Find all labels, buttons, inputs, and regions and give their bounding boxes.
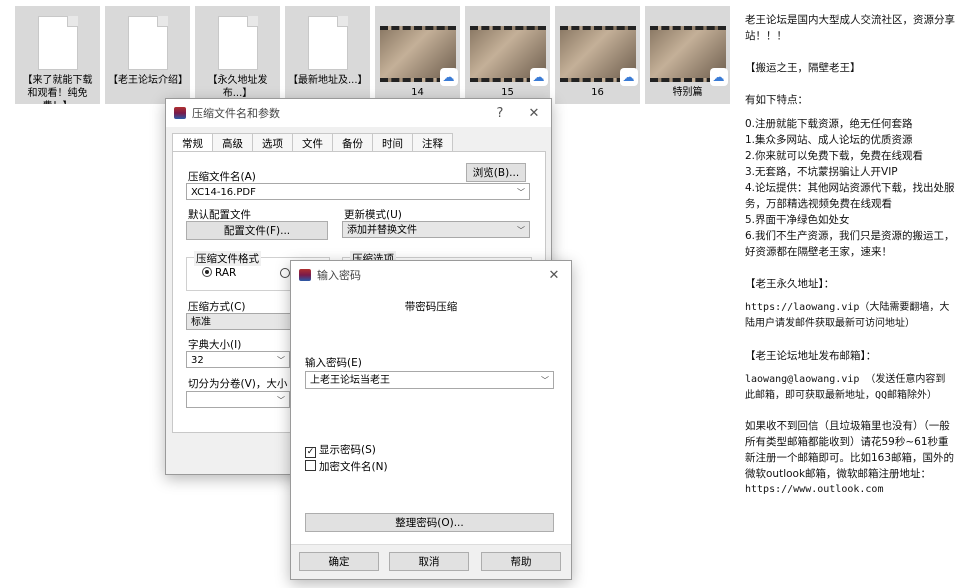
- tab-files[interactable]: 文件: [292, 133, 333, 153]
- feature-item: 4.论坛提供：其他网站资源代下载，找出处服务，万部精选视频免费在线观看: [745, 182, 955, 210]
- help-button[interactable]: ?: [483, 106, 517, 121]
- filename-label: 压缩文件名(A): [188, 171, 256, 183]
- password-dialog-title: 输入密码: [317, 269, 361, 282]
- features-title: 有如下特点：: [745, 94, 808, 106]
- file-label: 【永久地址发布...】: [207, 75, 268, 99]
- feature-item: 2.你来就可以免费下载，免费在线观看: [745, 150, 924, 162]
- file-item-doc[interactable]: 【来了就能下载和观看！纯免费！】: [15, 6, 100, 104]
- format-group-title: 压缩文件格式: [194, 251, 261, 266]
- file-strip: 【来了就能下载和观看！纯免费！】 【老王论坛介绍】 【永久地址发布...】 【最…: [15, 6, 735, 104]
- close-button[interactable]: ✕: [537, 268, 571, 283]
- tab-options[interactable]: 选项: [252, 133, 293, 153]
- checkbox-unchecked-icon: [305, 460, 316, 471]
- file-item-doc[interactable]: 【永久地址发布...】: [195, 6, 280, 104]
- update-mode-select[interactable]: 添加并替换文件: [342, 221, 530, 239]
- profile-button[interactable]: 配置文件(F)...: [186, 221, 328, 240]
- feature-item: 5.界面干净绿色如处女: [745, 214, 850, 226]
- cloud-sync-icon: ☁: [529, 68, 548, 86]
- features-list: 0.注册就能下载资源，绝无任何套路 1.集众多网站、成人论坛的优质资源 2.你来…: [745, 116, 955, 260]
- password-dialog-body: 带密码压缩 输入密码(E) 上老王论坛当老王 ✓显示密码(S) 加密文件名(N)…: [291, 289, 571, 579]
- tab-advanced[interactable]: 高级: [212, 133, 253, 153]
- article-panel: 老王论坛是国内大型成人交流社区，资源分享站！！！ 【搬运之王，隔壁老王】 有如下…: [745, 12, 955, 506]
- article-slogan: 【搬运之王，隔壁老王】: [745, 62, 861, 74]
- cloud-sync-icon: ☁: [439, 68, 458, 86]
- file-label: 【老王论坛介绍】: [108, 75, 188, 86]
- feature-item: 6.我们不生产资源，我们只是资源的搬运工，好资源都在隔壁老王家，速来！: [745, 230, 955, 258]
- browse-button[interactable]: 浏览(B)...: [466, 163, 526, 182]
- format-radio-unselected[interactable]: [280, 268, 290, 278]
- password-label: 输入密码(E): [305, 357, 362, 369]
- note-text: 如果收不到回信（且垃圾箱里也没有）（一般所有类型邮箱都能收到）请花59秒~61秒…: [745, 420, 955, 480]
- document-icon: [37, 16, 78, 70]
- cloud-sync-icon: ☁: [709, 68, 728, 86]
- format-rar-label: RAR: [215, 267, 237, 279]
- feature-item: 0.注册就能下载资源，绝无任何套路: [745, 118, 913, 130]
- video-thumbnail: ☁: [649, 26, 728, 86]
- show-password-label: 显示密码(S): [319, 444, 376, 456]
- method-label: 压缩方式(C): [188, 301, 246, 313]
- archive-dialog-titlebar[interactable]: 压缩文件名和参数 ? ✕: [166, 99, 551, 127]
- ok-button[interactable]: 确定: [299, 552, 379, 571]
- password-input[interactable]: 上老王论坛当老王: [305, 371, 554, 389]
- tab-bar: 常规 高级 选项 文件 备份 时间 注释: [172, 133, 453, 153]
- file-item-doc[interactable]: 【老王论坛介绍】: [105, 6, 190, 104]
- mail-text: laowang@laowang.vip （发送任意内容到此邮箱，即可获取最新地址…: [745, 374, 946, 401]
- encrypt-names-checkbox[interactable]: 加密文件名(N): [305, 459, 388, 474]
- file-label: 【来了就能下载和观看！纯免费！】: [22, 75, 93, 104]
- video-thumbnail: ☁: [469, 26, 548, 86]
- file-item-video[interactable]: ☁ 15: [465, 6, 550, 104]
- file-item-video[interactable]: ☁ 特别篇: [645, 6, 730, 104]
- cancel-button[interactable]: 取消: [389, 552, 469, 571]
- split-select[interactable]: [186, 391, 290, 409]
- tab-time[interactable]: 时间: [372, 133, 413, 153]
- feature-item: 3.无套路，不坑蒙拐骗让人开VIP: [745, 166, 898, 178]
- update-mode-label: 更新模式(U): [344, 209, 402, 221]
- password-dialog-titlebar[interactable]: 输入密码 ✕: [291, 261, 571, 289]
- outlook-link[interactable]: https://www.outlook.com: [745, 482, 955, 498]
- profile-label: 默认配置文件: [188, 209, 251, 221]
- video-thumbnail: ☁: [379, 26, 458, 86]
- file-item-video[interactable]: ☁ 16: [555, 6, 640, 104]
- dict-label: 字典大小(I): [188, 339, 242, 351]
- tab-backup[interactable]: 备份: [332, 133, 373, 153]
- close-button[interactable]: ✕: [517, 106, 551, 121]
- feature-item: 1.集众多网站、成人论坛的优质资源: [745, 134, 913, 146]
- dict-select[interactable]: 32: [186, 351, 290, 369]
- winrar-icon: [299, 269, 311, 281]
- password-heading: 带密码压缩: [404, 301, 458, 313]
- article-intro: 老王论坛是国内大型成人交流社区，资源分享站！！！: [745, 14, 955, 42]
- show-password-checkbox[interactable]: ✓ 显示密码(S): [305, 442, 376, 458]
- split-label: 切分为分卷(V)，大小: [188, 378, 288, 390]
- document-icon: [307, 16, 348, 70]
- encrypt-names-label: 加密文件名(N): [319, 461, 388, 473]
- document-icon: [127, 16, 168, 70]
- file-label: 【最新地址及...】: [288, 75, 368, 86]
- permanent-title: 【老王永久地址】：: [745, 278, 835, 290]
- radio-selected-icon: [202, 267, 212, 277]
- password-dialog: 输入密码 ✕ 带密码压缩 输入密码(E) 上老王论坛当老王 ✓显示密码(S) 加…: [290, 260, 572, 580]
- winrar-icon: [174, 107, 186, 119]
- format-rar-radio[interactable]: RAR: [202, 267, 236, 279]
- cloud-sync-icon: ☁: [619, 68, 638, 86]
- video-thumbnail: ☁: [559, 26, 638, 86]
- document-icon: [217, 16, 258, 70]
- permanent-text: https://laowang.vip（大陆需要翻墙，大陆用户请发邮件获取最新可…: [745, 302, 950, 329]
- method-select[interactable]: 标准: [186, 313, 296, 330]
- filename-input[interactable]: XC14-16.PDF: [186, 183, 530, 201]
- mail-title: 【老王论坛地址发布邮箱】：: [745, 350, 877, 362]
- tab-general[interactable]: 常规: [172, 133, 213, 153]
- file-item-video[interactable]: ☁ 14: [375, 6, 460, 104]
- archive-dialog-title: 压缩文件名和参数: [192, 107, 280, 120]
- help-button[interactable]: 帮助: [481, 552, 561, 571]
- tab-comment[interactable]: 注释: [412, 133, 453, 153]
- file-item-doc[interactable]: 【最新地址及...】: [285, 6, 370, 104]
- organize-passwords-button[interactable]: 整理密码(O)...: [305, 513, 554, 532]
- checkbox-checked-icon: ✓: [305, 447, 316, 458]
